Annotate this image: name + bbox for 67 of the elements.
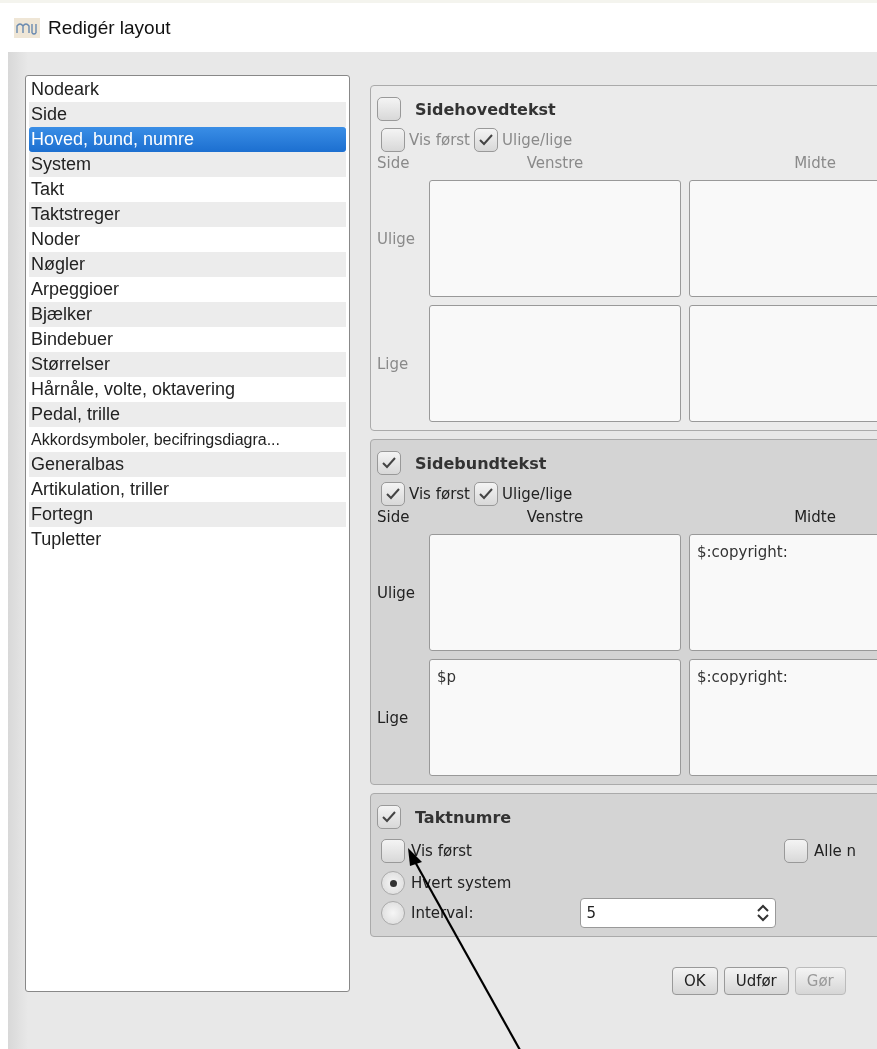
checkmark-icon bbox=[381, 810, 397, 824]
checkbox-label: Vis først bbox=[409, 485, 470, 503]
spin-arrows-icon[interactable] bbox=[756, 904, 769, 922]
text-field[interactable] bbox=[429, 305, 681, 422]
section-title: Taktnumre bbox=[415, 807, 512, 827]
checkmark-icon bbox=[478, 133, 494, 147]
checkbox-label: Ulige/lige bbox=[502, 131, 573, 149]
list-item[interactable]: Størrelser bbox=[29, 352, 346, 377]
window-title: Redigér layout bbox=[48, 16, 171, 39]
dialog-button[interactable]: Udfør bbox=[723, 967, 789, 995]
checkbox[interactable] bbox=[381, 128, 405, 152]
list-item[interactable]: Artikulation, triller bbox=[29, 477, 346, 502]
text-field[interactable] bbox=[429, 180, 681, 297]
checkbox-label: Vis først bbox=[409, 131, 470, 149]
checkbox[interactable] bbox=[784, 839, 808, 863]
list-item[interactable]: Generalbas bbox=[29, 452, 346, 477]
checkbox-label: Alle n bbox=[814, 842, 857, 860]
list-item[interactable]: Hårnåle, volte, oktavering bbox=[29, 377, 346, 402]
list-item[interactable]: Pedal, trille bbox=[29, 402, 346, 427]
checkmark-icon bbox=[385, 487, 401, 501]
checkbox[interactable] bbox=[381, 482, 405, 506]
list-item[interactable]: Bindebuer bbox=[29, 327, 346, 352]
list-item[interactable]: System bbox=[29, 152, 346, 177]
list-item[interactable]: Bjælker bbox=[29, 302, 346, 327]
checkbox-label: Vis først bbox=[411, 842, 472, 860]
section-title: Sidebundtekst bbox=[415, 453, 547, 473]
list-item[interactable]: Takt bbox=[29, 177, 346, 202]
list-item[interactable]: Akkordsymboler, becifringsdiagra... bbox=[29, 427, 346, 452]
checkmark-icon bbox=[381, 456, 397, 470]
column-header: Side bbox=[377, 154, 411, 172]
list-item[interactable]: Taktstreger bbox=[29, 202, 346, 227]
checkbox[interactable] bbox=[377, 805, 401, 829]
checkbox[interactable] bbox=[377, 97, 401, 121]
text-field[interactable]: $:copyright: bbox=[689, 534, 877, 651]
checkmark-icon bbox=[478, 487, 494, 501]
list-item[interactable]: Hoved, bund, numre bbox=[29, 127, 346, 152]
row-label: Lige bbox=[377, 708, 410, 727]
radio-button[interactable] bbox=[381, 871, 405, 895]
list-item[interactable]: Arpeggioer bbox=[29, 277, 346, 302]
row-label: Ulige bbox=[377, 583, 417, 602]
text-field[interactable]: $:copyright: bbox=[689, 659, 877, 776]
list-item[interactable]: Fortegn bbox=[29, 502, 346, 527]
text-field[interactable]: $p bbox=[429, 659, 681, 776]
column-header: Midte bbox=[793, 508, 837, 526]
spin-box[interactable]: 5 bbox=[579, 898, 776, 928]
list-item[interactable]: Tupletter bbox=[29, 527, 346, 552]
section-title: Sidehovedtekst bbox=[415, 99, 556, 119]
row-label: Ulige bbox=[377, 229, 417, 248]
row-label: Lige bbox=[377, 354, 410, 373]
column-header: Side bbox=[377, 508, 411, 526]
checkbox[interactable] bbox=[377, 451, 401, 475]
text-field[interactable] bbox=[689, 180, 877, 297]
list-item[interactable]: Nodeark bbox=[29, 77, 346, 102]
text-field[interactable] bbox=[689, 305, 877, 422]
checkbox[interactable] bbox=[381, 839, 405, 863]
column-header: Midte bbox=[793, 154, 837, 172]
checkbox[interactable] bbox=[474, 128, 498, 152]
list-item[interactable]: Nøgler bbox=[29, 252, 346, 277]
radio-button[interactable] bbox=[381, 901, 405, 925]
checkbox[interactable] bbox=[474, 482, 498, 506]
column-header: Venstre bbox=[525, 154, 585, 172]
dialog-button[interactable]: OK bbox=[672, 967, 718, 995]
text-field[interactable] bbox=[429, 534, 681, 651]
checkbox-label: Ulige/lige bbox=[502, 485, 573, 503]
list-item[interactable]: Noder bbox=[29, 227, 346, 252]
column-header: Venstre bbox=[525, 508, 585, 526]
list-item[interactable]: Side bbox=[29, 102, 346, 127]
